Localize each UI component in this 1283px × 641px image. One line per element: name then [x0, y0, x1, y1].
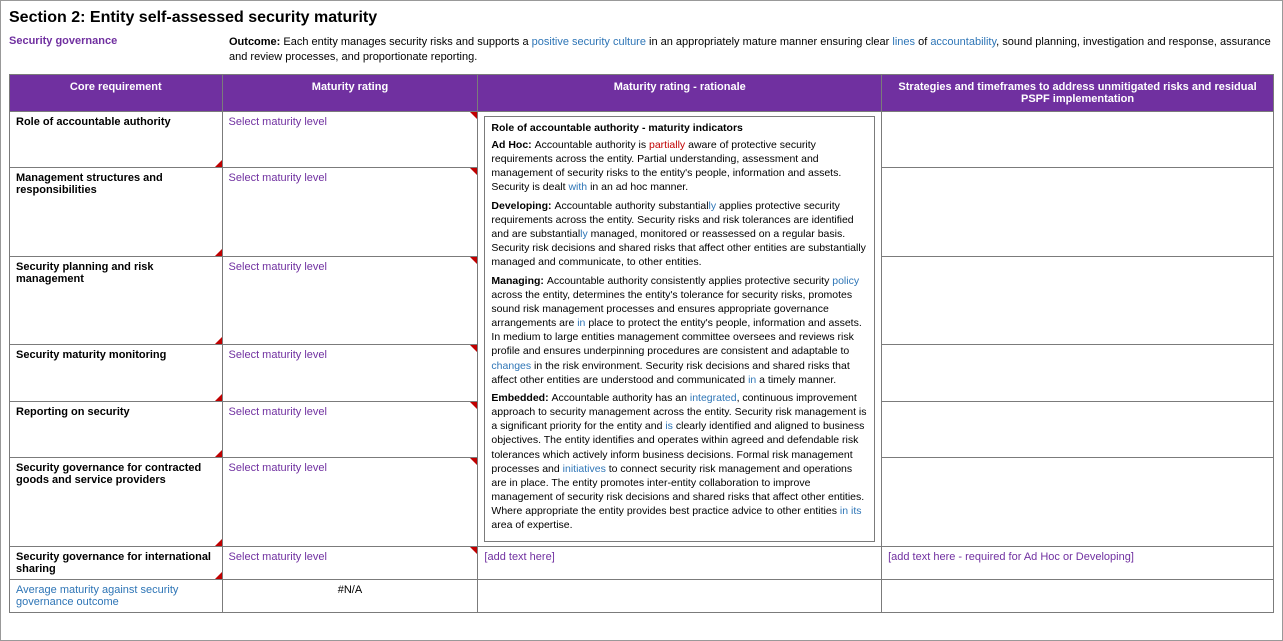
outcome-accountability: accountability	[930, 36, 996, 48]
level-name-adhoc: Ad Hoc:	[491, 139, 534, 151]
rationale-cell-0: Role of accountable authority - maturity…	[478, 111, 882, 546]
core-req-monitoring: Security maturity monitoring	[10, 345, 223, 401]
outcome-row: Security governance Outcome: Each entity…	[9, 35, 1274, 66]
level-text-man-5: a timely manner.	[756, 374, 836, 386]
header-maturity-rating: Maturity rating	[222, 74, 478, 111]
select-maturity-5[interactable]: Select maturity level	[229, 462, 327, 474]
header-core-req: Core requirement	[10, 74, 223, 111]
main-table: Core requirement Maturity rating Maturit…	[9, 74, 1274, 613]
select-maturity-6[interactable]: Select maturity level	[229, 551, 327, 563]
core-req-reporting: Reporting on security	[10, 401, 223, 457]
level-text-adhoc-3: in an ad hoc manner.	[587, 181, 688, 193]
level-text-dev-1: Accountable authority substantial	[554, 200, 708, 212]
maturity-level-embedded: Embedded: Accountable authority has an i…	[491, 391, 868, 533]
strategies-cell-3	[882, 345, 1274, 401]
select-maturity-2[interactable]: Select maturity level	[229, 261, 327, 273]
strategies-add-text-6: [add text here - required for Ad Hoc or …	[888, 551, 1134, 563]
avg-strategies-cell	[882, 579, 1274, 612]
level-text-adhoc-with: with	[568, 181, 587, 193]
header-rationale: Maturity rating - rationale	[478, 74, 882, 111]
rating-cell-5[interactable]: Select maturity level	[222, 457, 478, 546]
rationale-add-text-6: [add text here]	[484, 551, 554, 563]
level-name-managing: Managing:	[491, 275, 546, 287]
strategies-cell-0	[882, 111, 1274, 167]
avg-rationale-cell	[478, 579, 882, 612]
strategies-cell-4	[882, 401, 1274, 457]
select-maturity-4[interactable]: Select maturity level	[229, 406, 327, 418]
level-text-man-1: Accountable authority consistently appli…	[547, 275, 832, 287]
strategies-cell-5	[882, 457, 1274, 546]
rating-cell-0[interactable]: Select maturity level	[222, 111, 478, 167]
level-text-emb-initiatives: initiatives	[563, 463, 606, 475]
outcome-text: Outcome: Each entity manages security ri…	[229, 35, 1274, 66]
level-text-adhoc: Accountable authority is	[535, 139, 649, 151]
maturity-level-managing: Managing: Accountable authority consiste…	[491, 274, 868, 387]
level-name-embedded: Embedded:	[491, 392, 551, 404]
select-maturity-1[interactable]: Select maturity level	[229, 172, 327, 184]
strategies-cell-6[interactable]: [add text here - required for Ad Hoc or …	[882, 546, 1274, 579]
maturity-panel-title: Role of accountable authority - maturity…	[491, 121, 868, 135]
page-wrapper: Section 2: Entity self-assessed security…	[0, 0, 1283, 641]
outcome-text-acc: of	[915, 36, 930, 48]
level-text-emb-1: Accountable authority has an	[552, 392, 690, 404]
header-strategies: Strategies and timeframes to address unm…	[882, 74, 1274, 111]
average-row: Average maturity against security govern…	[10, 579, 1274, 612]
rationale-cell-6[interactable]: [add text here]	[478, 546, 882, 579]
rating-cell-2[interactable]: Select maturity level	[222, 256, 478, 345]
rating-cell-1[interactable]: Select maturity level	[222, 168, 478, 257]
section-title: Section 2: Entity self-assessed security…	[9, 9, 1274, 27]
level-name-developing: Developing:	[491, 200, 554, 212]
core-req-management: Management structures and responsibiliti…	[10, 168, 223, 257]
level-text-emb-its: its	[851, 505, 862, 517]
avg-label: Average maturity against security govern…	[16, 584, 178, 608]
maturity-level-adhoc: Ad Hoc: Accountable authority is partial…	[491, 138, 868, 195]
outcome-positive: positive security culture	[532, 36, 646, 48]
maturity-panel: Role of accountable authority - maturity…	[484, 116, 875, 542]
avg-value-cell: #N/A	[222, 579, 478, 612]
level-text-man-policy: policy	[832, 275, 859, 287]
strategies-cell-1	[882, 168, 1274, 257]
table-header-row: Core requirement Maturity rating Maturit…	[10, 74, 1274, 111]
core-req-planning: Security planning and risk management	[10, 256, 223, 345]
level-text-man-changes: changes	[491, 360, 531, 372]
outcome-lines: lines	[892, 36, 915, 48]
rating-cell-3[interactable]: Select maturity level	[222, 345, 478, 401]
level-text-emb-is: is	[665, 420, 673, 432]
level-text-dev-ly2: ly	[580, 228, 588, 240]
strategies-cell-2	[882, 256, 1274, 345]
outcome-text-mid: in an appropriately mature manner ensuri…	[646, 36, 892, 48]
rating-cell-6[interactable]: Select maturity level	[222, 546, 478, 579]
core-req-role-accountable: Role of accountable authority	[10, 111, 223, 167]
core-req-contracted: Security governance for contracted goods…	[10, 457, 223, 546]
level-text-emb-integrated: integrated	[690, 392, 737, 404]
level-text-adhoc-partial: partially	[649, 139, 685, 151]
table-row: Role of accountable authority Select mat…	[10, 111, 1274, 167]
rating-cell-4[interactable]: Select maturity level	[222, 401, 478, 457]
select-maturity-0[interactable]: Select maturity level	[229, 116, 327, 128]
level-text-emb-in: in	[840, 505, 848, 517]
outcome-bold: Outcome: Each entity manages security ri…	[229, 36, 532, 48]
avg-label-cell: Average maturity against security govern…	[10, 579, 223, 612]
core-req-international: Security governance for international sh…	[10, 546, 223, 579]
outcome-label: Security governance	[9, 35, 229, 66]
select-maturity-3[interactable]: Select maturity level	[229, 349, 327, 361]
level-text-dev-ly: ly	[709, 200, 717, 212]
table-row: Security governance for international sh…	[10, 546, 1274, 579]
maturity-level-developing: Developing: Accountable authority substa…	[491, 199, 868, 270]
level-text-emb-6: area of expertise.	[491, 519, 572, 531]
